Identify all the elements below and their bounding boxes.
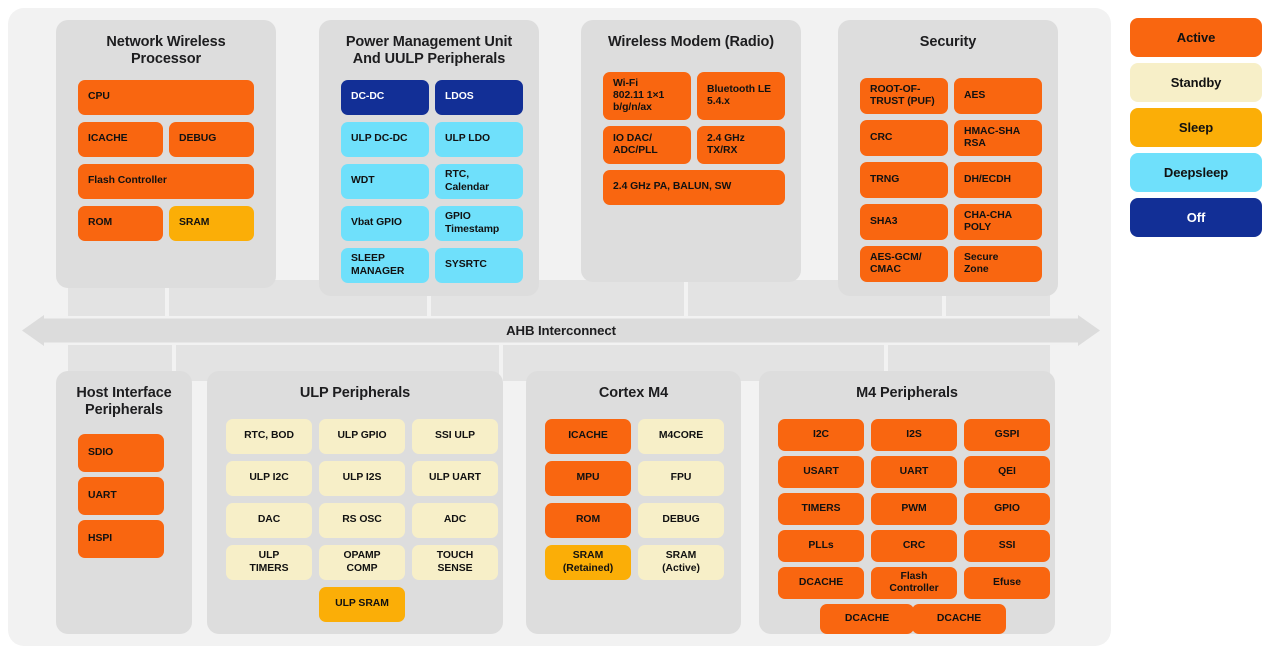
block-wifi[interactable]: Wi-Fi 802.11 1×1 b/g/n/ax xyxy=(603,72,691,120)
block-24ghz-pa-balun[interactable]: 2.4 GHz PA, BALUN, SW xyxy=(603,170,785,205)
block-hmac-sha-rsa[interactable]: HMAC-SHA RSA xyxy=(954,120,1042,156)
block-ulp-dc-dc[interactable]: ULP DC-DC xyxy=(341,122,429,157)
group-title: Security xyxy=(919,34,977,50)
group-m4-peripherals: M4 Peripherals I2C I2S GSPI USART UART Q… xyxy=(759,371,1055,634)
block-crc[interactable]: CRC xyxy=(871,530,957,562)
block-gpio[interactable]: GPIO xyxy=(964,493,1050,525)
block-m4core[interactable]: M4CORE xyxy=(638,419,724,454)
block-cpu[interactable]: CPU xyxy=(78,80,254,115)
legend-item-deepsleep[interactable]: Deepsleep xyxy=(1130,153,1262,192)
block-rtc-bod[interactable]: RTC, BOD xyxy=(226,419,312,454)
block-gspi[interactable]: GSPI xyxy=(964,419,1050,451)
group-title: Cortex M4 xyxy=(598,385,669,401)
group-title: ULP Peripherals xyxy=(299,385,411,401)
block-sysrtc[interactable]: SYSRTC xyxy=(435,248,523,283)
block-flash-controller[interactable]: Flash Controller xyxy=(871,567,957,599)
group-network-wireless-processor: Network Wireless Processor CPU ICACHE DE… xyxy=(56,20,276,288)
block-ssi-ulp[interactable]: SSI ULP xyxy=(412,419,498,454)
legend-item-active[interactable]: Active xyxy=(1130,18,1262,57)
block-io-dac-adc-pll[interactable]: IO DAC/ ADC/PLL xyxy=(603,126,691,164)
block-aes-gcm-cmac[interactable]: AES-GCM/ CMAC xyxy=(860,246,948,282)
group-title: Host Interface Peripherals xyxy=(76,385,172,419)
block-sram[interactable]: SRAM xyxy=(169,206,254,241)
block-opamp-comp[interactable]: OPAMP COMP xyxy=(319,545,405,580)
block-efuse[interactable]: Efuse xyxy=(964,567,1050,599)
group-wireless-modem: Wireless Modem (Radio) Wi-Fi 802.11 1×1 … xyxy=(581,20,801,282)
block-ulp-gpio[interactable]: ULP GPIO xyxy=(319,419,405,454)
block-rtc-calendar[interactable]: RTC, Calendar xyxy=(435,164,523,199)
block-touch-sense[interactable]: TOUCH SENSE xyxy=(412,545,498,580)
block-dcache-3[interactable]: DCACHE xyxy=(912,604,1006,634)
legend-item-sleep[interactable]: Sleep xyxy=(1130,108,1262,147)
block-i2s[interactable]: I2S xyxy=(871,419,957,451)
block-sram-active[interactable]: SRAM (Active) xyxy=(638,545,724,580)
block-mpu[interactable]: MPU xyxy=(545,461,631,496)
group-host-interface-peripherals: Host Interface Peripherals SDIO UART HSP… xyxy=(56,371,192,634)
block-sram-retained[interactable]: SRAM (Retained) xyxy=(545,545,631,580)
block-secure-zone[interactable]: Secure Zone xyxy=(954,246,1042,282)
block-icache[interactable]: ICACHE xyxy=(545,419,631,454)
block-sdio[interactable]: SDIO xyxy=(78,434,164,472)
block-wdt[interactable]: WDT xyxy=(341,164,429,199)
group-cortex-m4: Cortex M4 ICACHE M4CORE MPU FPU ROM DEBU… xyxy=(526,371,741,634)
block-cha-cha-poly[interactable]: CHA-CHA POLY xyxy=(954,204,1042,240)
block-aes[interactable]: AES xyxy=(954,78,1042,114)
block-rs-osc[interactable]: RS OSC xyxy=(319,503,405,538)
group-title: Wireless Modem (Radio) xyxy=(607,34,775,50)
group-ulp-peripherals: ULP Peripherals RTC, BOD ULP GPIO SSI UL… xyxy=(207,371,503,634)
block-debug[interactable]: DEBUG xyxy=(169,122,254,157)
block-root-of-trust[interactable]: ROOT-OF- TRUST (PUF) xyxy=(860,78,948,114)
group-title: Power Management Unit And UULP Periphera… xyxy=(345,34,513,68)
block-ulp-timers[interactable]: ULP TIMERS xyxy=(226,545,312,580)
block-flash-controller[interactable]: Flash Controller xyxy=(78,164,254,199)
block-gpio-timestamp[interactable]: GPIO Timestamp xyxy=(435,206,523,241)
group-title: Network Wireless Processor xyxy=(106,34,226,68)
block-ulp-uart[interactable]: ULP UART xyxy=(412,461,498,496)
block-icache[interactable]: ICACHE xyxy=(78,122,163,157)
block-ulp-i2s[interactable]: ULP I2S xyxy=(319,461,405,496)
block-usart[interactable]: USART xyxy=(778,456,864,488)
legend-item-off[interactable]: Off xyxy=(1130,198,1262,237)
diagram-root: AHB Interconnect Network Wireless Proces… xyxy=(0,0,1280,654)
block-debug[interactable]: DEBUG xyxy=(638,503,724,538)
block-pwm[interactable]: PWM xyxy=(871,493,957,525)
block-dcache-1[interactable]: DCACHE xyxy=(778,567,864,599)
soc-panel: AHB Interconnect Network Wireless Proces… xyxy=(8,8,1111,646)
block-rom[interactable]: ROM xyxy=(78,206,163,241)
block-sha3[interactable]: SHA3 xyxy=(860,204,948,240)
block-ldos[interactable]: LDOS xyxy=(435,80,523,115)
block-ssi[interactable]: SSI xyxy=(964,530,1050,562)
ahb-interconnect-label: AHB Interconnect xyxy=(506,323,616,338)
legend-item-standby[interactable]: Standby xyxy=(1130,63,1262,102)
block-ulp-ldo[interactable]: ULP LDO xyxy=(435,122,523,157)
block-dc-dc[interactable]: DC-DC xyxy=(341,80,429,115)
block-timers[interactable]: TIMERS xyxy=(778,493,864,525)
block-24ghz-tx-rx[interactable]: 2.4 GHz TX/RX xyxy=(697,126,785,164)
block-bluetooth-le[interactable]: Bluetooth LE 5.4.x xyxy=(697,72,785,120)
block-crc[interactable]: CRC xyxy=(860,120,948,156)
block-dcache-2[interactable]: DCACHE xyxy=(820,604,914,634)
block-qei[interactable]: QEI xyxy=(964,456,1050,488)
group-title: M4 Peripherals xyxy=(856,385,958,401)
block-i2c[interactable]: I2C xyxy=(778,419,864,451)
block-ulp-sram[interactable]: ULP SRAM xyxy=(319,587,405,622)
block-dh-ecdh[interactable]: DH/ECDH xyxy=(954,162,1042,198)
block-vbat-gpio[interactable]: Vbat GPIO xyxy=(341,206,429,241)
block-uart[interactable]: UART xyxy=(78,477,164,515)
block-adc[interactable]: ADC xyxy=(412,503,498,538)
block-fpu[interactable]: FPU xyxy=(638,461,724,496)
group-security: Security ROOT-OF- TRUST (PUF) AES CRC HM… xyxy=(838,20,1058,296)
block-hspi[interactable]: HSPI xyxy=(78,520,164,558)
block-rom[interactable]: ROM xyxy=(545,503,631,538)
block-uart[interactable]: UART xyxy=(871,456,957,488)
block-trng[interactable]: TRNG xyxy=(860,162,948,198)
ahb-interconnect-bus: AHB Interconnect xyxy=(22,315,1100,346)
block-dac[interactable]: DAC xyxy=(226,503,312,538)
group-power-management-unit: Power Management Unit And UULP Periphera… xyxy=(319,20,539,296)
power-state-legend: Active Standby Sleep Deepsleep Off xyxy=(1130,18,1262,243)
block-ulp-i2c[interactable]: ULP I2C xyxy=(226,461,312,496)
block-plls[interactable]: PLLs xyxy=(778,530,864,562)
block-sleep-manager[interactable]: SLEEP MANAGER xyxy=(341,248,429,283)
